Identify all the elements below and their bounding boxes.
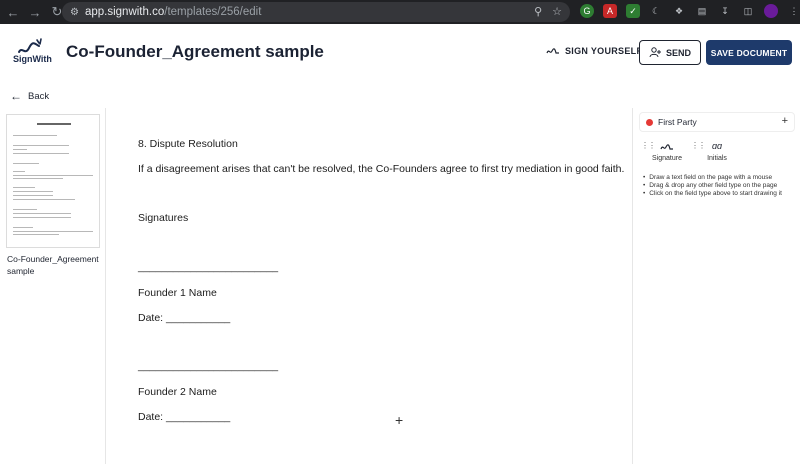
field-type-initials[interactable]: ⋮⋮ ɑɑ Initials	[691, 138, 739, 164]
sign-yourself-label: SIGN YOURSELF	[565, 46, 643, 56]
signature-line: ________________________	[138, 261, 279, 273]
arrow-left-icon: ←	[10, 89, 22, 103]
browser-menu-icon[interactable]: ⋮	[787, 4, 800, 18]
tip-item: Drag & drop any other field type on the …	[643, 182, 782, 190]
drag-handle-icon[interactable]: ⋮⋮	[641, 142, 656, 150]
extensions-puzzle-icon[interactable]: ❖	[672, 4, 686, 18]
paragraph-text: If a disagreement arises that can't be r…	[138, 163, 625, 175]
zoom-icon[interactable]: ⚲	[534, 5, 542, 18]
save-document-button[interactable]: SAVE DOCUMENT	[706, 40, 792, 65]
page-thumbnails-panel: Co-Founder_Agreement sample	[0, 108, 106, 464]
site-settings-icon[interactable]: ⚙	[70, 7, 79, 18]
field-type-label: Initials	[707, 154, 727, 162]
signatures-heading: Signatures	[138, 212, 189, 224]
side-panel-icon[interactable]: ◫	[741, 4, 755, 18]
grammarly-extension-icon[interactable]: G	[580, 4, 594, 18]
field-type-signature[interactable]: ⋮⋮ Signature	[641, 138, 689, 164]
tip-item: Click on the field type above to start d…	[643, 190, 782, 198]
send-label: SEND	[665, 47, 691, 58]
download-icon[interactable]: ↧	[718, 4, 732, 18]
forward-arrow-icon[interactable]: →	[26, 3, 44, 21]
shield-extension-icon[interactable]: ✓	[626, 4, 640, 18]
address-bar[interactable]: ⚙ app.signwith.co/templates/256/edit ⚲ ☆	[62, 2, 570, 22]
dark-mode-extension-icon[interactable]: ☾	[649, 4, 663, 18]
party-color-dot	[646, 118, 653, 126]
tab-search-icon[interactable]: ▤	[695, 4, 709, 18]
save-document-label: SAVE DOCUMENT	[710, 47, 788, 58]
add-user-icon	[649, 47, 661, 58]
url-path: /templates/256/edit	[164, 6, 262, 18]
signature-icon	[660, 143, 673, 150]
add-party-icon[interactable]: +	[782, 115, 788, 127]
founder-2-name: Founder 2 Name	[138, 386, 217, 398]
back-label: Back	[28, 90, 50, 102]
founder-1-name: Founder 1 Name	[138, 287, 217, 299]
section-heading: 8. Dispute Resolution	[138, 138, 238, 150]
sign-yourself-button[interactable]: SIGN YOURSELF	[546, 46, 642, 56]
profile-avatar[interactable]	[764, 4, 778, 18]
app-header: SignWith Co-Founder_Agreement sample SIG…	[0, 24, 800, 82]
crosshair-cursor-icon: +	[395, 412, 404, 428]
page-thumbnail[interactable]	[6, 114, 100, 248]
document-page[interactable]: 8. Dispute Resolution If a disagreement …	[107, 108, 631, 464]
logo-text: SignWith	[13, 54, 52, 64]
page-title: Co-Founder_Agreement sample	[66, 42, 324, 61]
initials-icon: ɑɑ	[711, 140, 722, 151]
signature-line: ________________________	[138, 360, 279, 372]
thumbnail-label: Co-Founder_Agreement sample	[7, 254, 99, 276]
fields-panel: First Party + ⋮⋮ Signature ⋮⋮ ɑɑ Initial…	[632, 108, 800, 464]
browser-toolbar: ← → ↻ ⚙ app.signwith.co/templates/256/ed…	[0, 0, 800, 24]
date-line: Date: ___________	[138, 411, 231, 423]
signature-icon	[546, 48, 559, 54]
url-host: app.signwith.co	[84, 6, 165, 18]
field-tips-list: Draw a text field on the page with a mou…	[643, 174, 782, 198]
party-selector[interactable]: First Party +	[639, 112, 795, 132]
send-button[interactable]: SEND	[639, 40, 701, 65]
date-line: Date: ___________	[138, 312, 231, 324]
tip-item: Draw a text field on the page with a mou…	[643, 174, 782, 182]
back-arrow-icon[interactable]: ←	[4, 3, 22, 21]
field-type-label: Signature	[652, 154, 682, 162]
bookmark-star-icon[interactable]: ☆	[552, 5, 562, 18]
back-link[interactable]: ← Back	[10, 89, 49, 103]
pdf-extension-icon[interactable]: A	[603, 4, 617, 18]
drag-handle-icon[interactable]: ⋮⋮	[691, 142, 706, 150]
party-name: First Party	[658, 117, 697, 127]
